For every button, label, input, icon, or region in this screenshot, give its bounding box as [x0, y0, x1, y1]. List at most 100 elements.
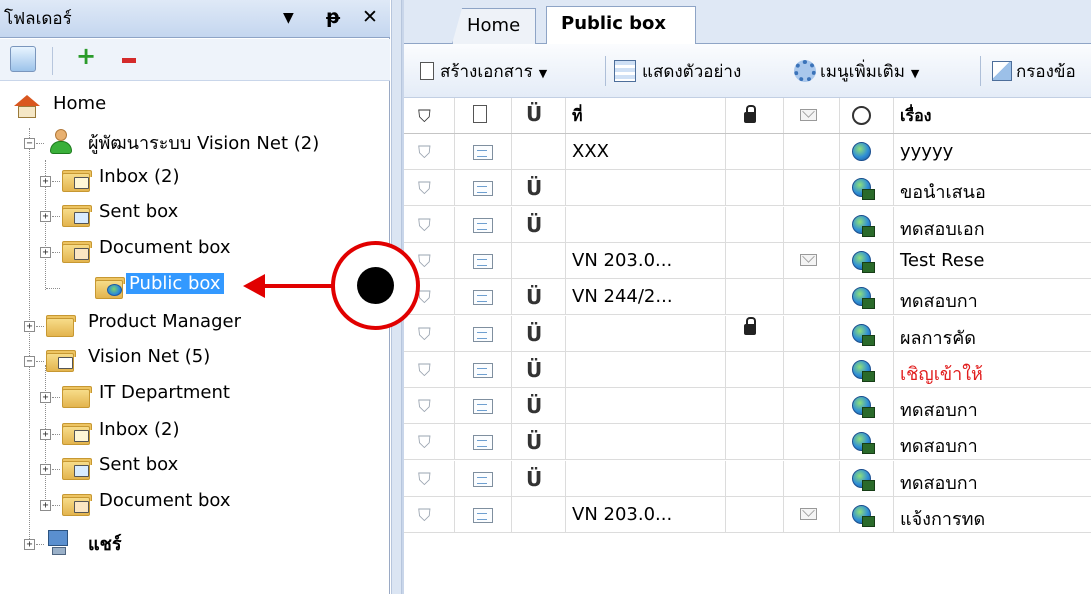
cell-doc — [455, 242, 512, 278]
cell-subject: ทดสอบกา — [894, 461, 1091, 496]
collapse-toggle[interactable]: − — [24, 356, 35, 367]
mail-icon — [800, 253, 817, 266]
inbox-folder-icon — [62, 423, 92, 445]
refresh-icon[interactable] — [10, 46, 36, 72]
create-document-button[interactable]: สร้างเอกสาร ▼ — [420, 58, 547, 85]
show-preview-button[interactable]: แสดงตัวอย่าง — [614, 58, 741, 85]
column-header-number[interactable]: ที่ — [566, 98, 726, 133]
expand-toggle[interactable]: + — [40, 247, 51, 258]
tab-label: Home — [467, 15, 521, 36]
column-header-lock[interactable] — [726, 98, 784, 133]
tree-item-developer-group[interactable]: − ผู้พัฒนาระบบ Vision Net (2) — [0, 125, 390, 159]
document-number: VN 203.0... — [572, 249, 673, 271]
expand-toggle[interactable]: + — [40, 392, 51, 403]
table-row[interactable]: ⛉ Ü ทดสอบกา — [402, 388, 1091, 425]
collapse-toggle[interactable]: − — [24, 138, 35, 149]
expand-toggle[interactable]: + — [40, 500, 51, 511]
cell-doc — [455, 460, 512, 496]
filter-button[interactable]: กรองข้อ — [992, 58, 1076, 85]
cell-lock — [726, 242, 784, 278]
table-row[interactable]: ⛉ Ü เชิญเข้าให้ — [402, 351, 1091, 388]
cell-attach — [512, 242, 566, 278]
tree-item-label: ผู้พัฒนาระบบ Vision Net (2) — [88, 133, 320, 154]
cell-mail — [784, 279, 840, 315]
cell-attach: Ü — [512, 424, 566, 460]
inbox-folder-icon — [62, 170, 92, 192]
cell-subject: yyyyy — [894, 134, 1091, 169]
tree-item-product-manager[interactable]: + Product Manager — [0, 308, 300, 342]
column-header-label: เรื่อง — [900, 106, 932, 125]
tree-item-it-department[interactable]: + IT Department — [0, 379, 300, 413]
cell-globe — [840, 206, 894, 242]
tree-item-inbox[interactable]: + Inbox (2) — [0, 416, 300, 450]
column-header-mail[interactable] — [784, 98, 840, 133]
cell-lock — [726, 351, 784, 387]
toolbar-divider — [605, 56, 606, 86]
flag-icon: ⛉ — [418, 397, 431, 418]
close-pane-icon[interactable]: ✕ — [362, 6, 378, 28]
expand-toggle[interactable]: + — [40, 464, 51, 475]
cell-flag: ⛉ — [402, 315, 455, 351]
paperclip-icon: Ü — [526, 176, 543, 201]
expand-toggle[interactable]: + — [40, 211, 51, 222]
tree-item-sent-box[interactable]: + Sent box — [0, 198, 300, 232]
paperclip-icon: Ü — [526, 466, 543, 491]
table-row[interactable]: ⛉ VN 203.0... Test Rese — [402, 242, 1091, 279]
table-row[interactable]: ⛉ Ü ทดสอบกา — [402, 424, 1091, 461]
table-row[interactable]: ⛉ VN 203.0... แจ้งการทด — [402, 497, 1091, 533]
column-header-attachment[interactable]: Ü — [512, 98, 566, 133]
expand-toggle[interactable]: + — [24, 321, 35, 332]
tree-line — [52, 216, 60, 217]
cell-mail — [784, 315, 840, 351]
filter-icon — [992, 61, 1012, 81]
callout-marker — [331, 241, 420, 330]
document-number: VN 244/2... — [572, 286, 673, 308]
column-header-subject[interactable]: เรื่อง — [894, 98, 1091, 133]
cell-doc — [455, 134, 512, 169]
flag-icon: ⛉ — [418, 143, 431, 163]
column-header-flag[interactable]: ⛉ — [402, 98, 455, 133]
flag-icon: ⛉ — [418, 324, 431, 345]
table-row[interactable]: ⛉ XXX yyyyy — [402, 134, 1091, 170]
lock-icon — [744, 316, 756, 335]
tab-home[interactable]: Home — [452, 8, 536, 44]
column-header-web[interactable] — [840, 98, 894, 133]
more-menu-button[interactable]: เมนูเพิ่มเติม ▼ — [794, 58, 919, 85]
add-folder-icon[interactable]: + — [76, 42, 96, 70]
tree-item-document-box[interactable]: + Document box — [0, 234, 300, 268]
tree-line — [52, 397, 60, 398]
home-icon — [14, 95, 40, 119]
tree-item-document-box[interactable]: + Document box — [0, 487, 300, 521]
tree-item-share[interactable]: + แชร์ — [0, 526, 300, 560]
remove-folder-icon[interactable] — [122, 58, 136, 63]
table-row[interactable]: ⛉ Ü VN 244/2... ทดสอบกา — [402, 279, 1091, 316]
pin-icon[interactable]: ᵽ — [326, 6, 340, 28]
table-row[interactable]: ⛉ Ü ขอนำเสนอ — [402, 170, 1091, 207]
tree-item-inbox[interactable]: + Inbox (2) — [0, 163, 300, 197]
pane-dropdown-icon[interactable]: ▼ — [283, 10, 294, 26]
cell-doc — [455, 170, 512, 206]
tree-item-sent-box[interactable]: + Sent box — [0, 451, 300, 485]
column-header-document[interactable] — [455, 98, 512, 133]
tree-item-home[interactable]: Home — [10, 90, 210, 124]
cell-flag: ⛉ — [402, 460, 455, 496]
tab-public-box[interactable]: Public box — [546, 6, 696, 45]
expand-toggle[interactable]: + — [40, 429, 51, 440]
cell-flag: ⛉ — [402, 424, 455, 460]
flag-icon: ⛉ — [418, 469, 431, 490]
table-row[interactable]: ⛉ Ü ทดสอบกา — [402, 460, 1091, 497]
table-row[interactable]: ⛉ Ü ทดสอบเอก — [402, 206, 1091, 243]
cell-attach: Ü — [512, 315, 566, 351]
cell-subject: Test Rese — [894, 243, 1091, 278]
sent-folder-icon — [62, 458, 92, 480]
table-row[interactable]: ⛉ Ü ผลการคัด — [402, 315, 1091, 352]
tree-item-label: Inbox (2) — [99, 166, 180, 187]
expand-toggle[interactable]: + — [24, 539, 35, 550]
expand-toggle[interactable]: + — [40, 176, 51, 187]
share-icon — [46, 530, 72, 556]
flag-icon: ⛉ — [418, 215, 431, 236]
tree-item-label: IT Department — [99, 382, 230, 403]
tree-item-vision-net[interactable]: − Vision Net (5) — [0, 343, 300, 377]
tree-line — [36, 544, 44, 545]
mail-icon — [800, 508, 817, 520]
